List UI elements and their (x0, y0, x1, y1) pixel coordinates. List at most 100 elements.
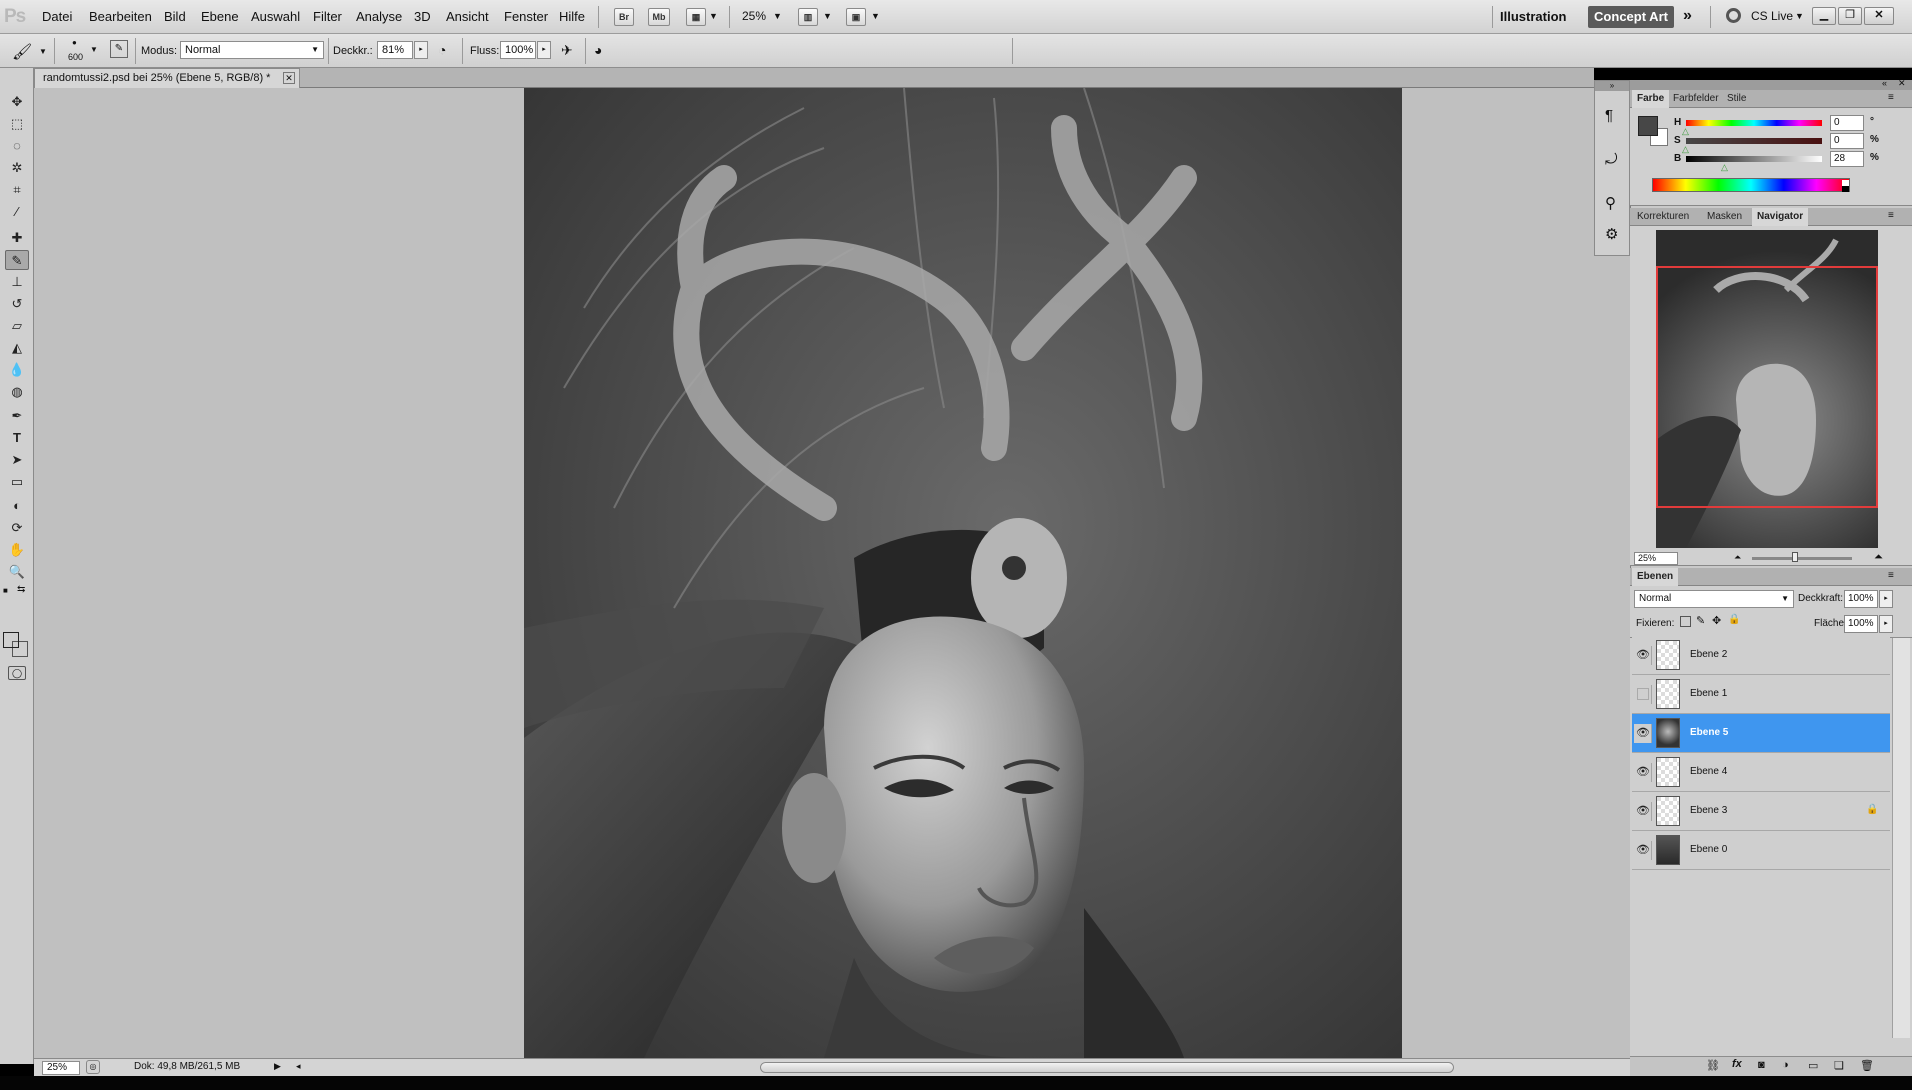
swap-colors-icon[interactable]: ⇆ (17, 584, 25, 595)
new-layer-icon[interactable]: ❏ (1834, 1059, 1844, 1072)
navigator-thumbnail[interactable] (1656, 230, 1878, 548)
tablet-pressure-size-icon[interactable]: ◕ (594, 42, 602, 58)
navigator-zoom-handle[interactable] (1792, 552, 1798, 562)
brush-presets-panel-icon[interactable]: ⚲ (1605, 194, 1616, 212)
menu-ansicht[interactable]: Ansicht (446, 9, 489, 24)
adjustment-layer-icon[interactable]: ◑ (1782, 1059, 1789, 1071)
chevron-down-icon[interactable]: ▼ (709, 11, 718, 21)
tab-farbe[interactable]: Farbe (1632, 90, 1670, 108)
lasso-tool-icon[interactable]: ◌ (5, 136, 29, 156)
slider-handle-icon[interactable]: △ (1682, 144, 1689, 155)
horizontal-scrollbar[interactable] (760, 1062, 1454, 1073)
flow-slider-button[interactable]: ▸ (537, 41, 551, 59)
quick-selection-tool-icon[interactable]: ✲ (5, 158, 29, 178)
chevron-down-icon[interactable]: ▼ (39, 47, 47, 56)
new-group-icon[interactable]: ▭ (1808, 1059, 1818, 1072)
menu-auswahl[interactable]: Auswahl (251, 9, 300, 24)
zoom-dropdown[interactable]: 25% (742, 9, 766, 23)
type-tool-icon[interactable]: T (5, 428, 29, 448)
zoom-tool-icon[interactable]: 🔍 (5, 562, 29, 582)
view-extras-icon[interactable]: ▦ (686, 8, 706, 26)
cs-live-menu[interactable]: CS Live (1751, 9, 1793, 23)
status-menu-arrow-icon[interactable]: ▶ (274, 1061, 281, 1072)
layer-row-ebene-5[interactable]: 👁 Ebene 5 (1632, 714, 1890, 753)
add-mask-icon[interactable]: ◙ (1758, 1059, 1765, 1071)
paragraph-panel-icon[interactable]: ¶ (1605, 107, 1613, 124)
healing-brush-tool-icon[interactable]: ✚ (5, 228, 29, 248)
layer-row-ebene-1[interactable]: Ebene 1 (1632, 675, 1890, 714)
cs-live-icon[interactable] (1726, 8, 1741, 23)
3d-rotate-tool-icon[interactable]: ◐ (5, 496, 29, 516)
history-brush-tool-icon[interactable]: ↺ (5, 294, 29, 314)
visibility-cell[interactable]: 👁 (1634, 646, 1652, 665)
visibility-cell[interactable] (1634, 685, 1652, 704)
tab-masken[interactable]: Masken (1702, 208, 1747, 226)
pen-tool-icon[interactable]: ✒ (5, 406, 29, 426)
layer-row-ebene-2[interactable]: 👁 Ebene 2 (1632, 636, 1890, 675)
visibility-cell[interactable]: 👁 (1634, 802, 1652, 821)
visibility-cell[interactable]: 👁 (1634, 724, 1652, 743)
zoom-out-icon[interactable]: ⏶ (1734, 552, 1741, 563)
panel-menu-icon[interactable]: ≡ (1888, 570, 1894, 581)
menu-filter[interactable]: Filter (313, 9, 342, 24)
link-layers-icon[interactable]: ⛓ (1706, 1059, 1720, 1072)
hand-tool-icon[interactable]: ✋ (5, 540, 29, 560)
brush-panel-icon[interactable]: ✎ (110, 40, 128, 58)
workspace-illustration[interactable]: Illustration (1500, 9, 1566, 24)
chevron-down-icon[interactable]: ▼ (871, 11, 880, 21)
slider-handle-icon[interactable]: △ (1721, 162, 1728, 173)
mode-select[interactable]: Normal ▼ (180, 41, 324, 59)
lock-pixels-icon[interactable]: ✎ (1696, 614, 1705, 627)
blur-tool-icon[interactable]: 💧 (5, 360, 29, 380)
foreground-color-box[interactable] (1638, 116, 1658, 136)
zoom-in-icon[interactable]: ⏶ (1874, 551, 1883, 564)
arrange-documents-icon[interactable]: ▥ (798, 8, 818, 26)
move-tool-icon[interactable]: ✥ (5, 92, 29, 112)
3d-orbit-tool-icon[interactable]: ⟳ (5, 518, 29, 538)
lock-all-icon[interactable]: 🔒 (1728, 614, 1740, 625)
saturation-slider[interactable] (1686, 138, 1822, 144)
menu-analyse[interactable]: Analyse (356, 9, 402, 24)
shape-tool-icon[interactable]: ▭ (5, 472, 29, 492)
status-zoom-field[interactable]: 25% (42, 1061, 80, 1075)
navigator-zoom-slider[interactable] (1752, 557, 1852, 560)
layers-scrollbar[interactable] (1892, 638, 1910, 1038)
chevron-down-icon[interactable]: ▼ (773, 11, 782, 21)
menu-bild[interactable]: Bild (164, 9, 186, 24)
paint-bucket-tool-icon[interactable]: ◭ (5, 338, 29, 358)
menu-hilfe[interactable]: Hilfe (559, 9, 585, 24)
layer-row-ebene-3[interactable]: 👁 Ebene 3 🔒 (1632, 792, 1890, 831)
more-workspaces-icon[interactable]: » (1683, 7, 1692, 25)
chevron-down-icon[interactable]: ▼ (1795, 11, 1804, 21)
layer-row-ebene-4[interactable]: 👁 Ebene 4 (1632, 753, 1890, 792)
brightness-slider[interactable] (1686, 156, 1822, 162)
tab-ebenen[interactable]: Ebenen (1632, 568, 1679, 586)
navigator-zoom-field[interactable]: 25% (1634, 552, 1678, 565)
minibridge-button[interactable]: Mb (648, 8, 670, 26)
layer-style-icon[interactable]: fx (1732, 1058, 1742, 1070)
navigator-view-box[interactable] (1656, 266, 1878, 508)
hue-slider[interactable] (1686, 120, 1822, 126)
b-value-field[interactable]: 28 (1830, 151, 1864, 167)
slider-handle-icon[interactable]: △ (1682, 126, 1689, 137)
layer-opacity-field[interactable]: 100% (1844, 590, 1878, 608)
collapse-dock-icon[interactable]: » (1595, 81, 1629, 91)
status-info-icon[interactable]: ◎ (86, 1060, 100, 1074)
flow-field[interactable]: 100% (500, 41, 536, 59)
clone-stamp-tool-icon[interactable]: ⊥ (5, 272, 29, 292)
fill-field[interactable]: 100% (1844, 615, 1878, 633)
layer-opacity-slider-button[interactable]: ▸ (1879, 590, 1893, 608)
lock-transparency-icon[interactable] (1680, 616, 1691, 627)
tab-navigator[interactable]: Navigator (1752, 208, 1809, 226)
screen-mode-icon[interactable]: ▣ (846, 8, 866, 26)
opacity-slider-button[interactable]: ▸ (414, 41, 428, 59)
close-tab-icon[interactable]: ✕ (283, 72, 295, 84)
chevron-down-icon[interactable]: ▼ (823, 11, 832, 21)
collapse-panels-icon[interactable]: « (1882, 78, 1887, 88)
lock-position-icon[interactable]: ✥ (1712, 614, 1721, 627)
brush-tool-icon[interactable]: ✎ (5, 250, 29, 270)
menu-ebene[interactable]: Ebene (201, 9, 239, 24)
document-tab[interactable]: randomtussi2.psd bei 25% (Ebene 5, RGB/8… (34, 68, 300, 88)
scroll-left-icon[interactable]: ◂ (296, 1061, 301, 1072)
crop-tool-icon[interactable]: ⌗ (5, 180, 29, 200)
